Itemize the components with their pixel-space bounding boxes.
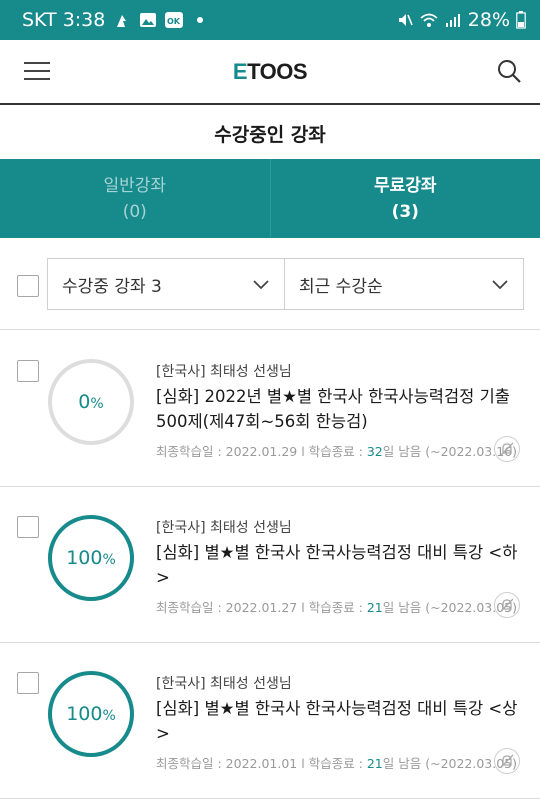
sort-select[interactable]: 최근 수강순 (284, 258, 524, 310)
course-dates: 최종학습일 : 2022.01.27 l 학습종료 : 21일 남음 (~202… (156, 600, 518, 615)
progress-ring: 0% (47, 358, 135, 446)
image-icon (140, 13, 157, 27)
course-checkbox[interactable] (17, 360, 39, 382)
course-item[interactable]: 0% [한국사] 최태성 선생님 [심화] 2022년 별★별 한국사 한국사능… (0, 331, 540, 487)
page-title: 수강중인 강좌 (214, 123, 326, 146)
course-title[interactable]: [심화] 2022년 별★별 한국사 한국사능력검정 기출 500제(제47회~… (156, 384, 521, 434)
wifi-icon (420, 13, 438, 27)
course-teacher: [한국사] 최태성 선생님 (156, 364, 292, 380)
tab-general-courses[interactable]: 일반강좌 (0) (0, 159, 271, 238)
course-type-tabs: 일반강좌 (0) 무료강좌 (3) (0, 159, 540, 238)
progress-label: 0% (78, 391, 104, 413)
app-header: ETOOS (0, 40, 540, 105)
progress-ring: 100% (47, 514, 135, 602)
course-item[interactable]: 100% [한국사] 최태성 선생님 [심화] 별★별 한국사 한국사능력검정 … (0, 487, 540, 643)
progress-label: 100% (66, 547, 116, 569)
ok-app-icon: OK (165, 12, 184, 28)
search-icon[interactable] (496, 58, 522, 84)
alarm-off-icon[interactable] (494, 592, 520, 618)
course-title[interactable]: [심화] 별★별 한국사 한국사능력검정 대비 특강 <하> (156, 540, 521, 590)
svg-text:OK: OK (167, 17, 181, 26)
course-filter-value: 수강중 강좌 3 (62, 276, 162, 297)
chevron-down-icon (492, 280, 508, 290)
tab-free-courses[interactable]: 무료강좌 (3) (271, 159, 540, 238)
dot-icon (197, 17, 204, 23)
mute-icon (398, 14, 413, 26)
signal-icon (445, 14, 460, 27)
course-teacher: [한국사] 최태성 선생님 (156, 676, 292, 692)
course-item[interactable]: 100% [한국사] 최태성 선생님 [심화] 별★별 한국사 한국사능력검정 … (0, 643, 540, 799)
battery-icon (516, 11, 526, 29)
course-checkbox[interactable] (17, 672, 39, 694)
alarm-off-icon[interactable] (494, 436, 520, 462)
course-dates: 최종학습일 : 2022.01.01 l 학습종료 : 21일 남음 (~202… (156, 756, 518, 771)
tab-label: 무료강좌 (373, 175, 437, 196)
filter-row: 수강중 강좌 3 최근 수강순 (0, 238, 540, 330)
etoos-logo[interactable]: ETOOS (233, 59, 308, 85)
progress-ring: 100% (47, 670, 135, 758)
hamburger-menu-icon[interactable] (24, 62, 50, 82)
course-teacher: [한국사] 최태성 선생님 (156, 520, 292, 536)
battery-percent: 28% (467, 9, 510, 31)
progress-label: 100% (66, 703, 116, 725)
course-checkbox[interactable] (17, 516, 39, 538)
course-dates: 최종학습일 : 2022.01.29 l 학습종료 : 32일 남음 (~202… (156, 444, 518, 459)
tab-count: (0) (122, 201, 147, 222)
tab-count: (3) (391, 201, 419, 222)
select-all-checkbox[interactable] (17, 275, 39, 297)
lock-person-icon (117, 15, 127, 27)
alarm-off-icon[interactable] (494, 748, 520, 774)
status-bar: SKT 3:38 OK 28% (0, 0, 540, 40)
sort-value: 최근 수강순 (299, 276, 383, 297)
course-title[interactable]: [심화] 별★별 한국사 한국사능력검정 대비 특강 <상> (156, 696, 521, 746)
carrier-time: SKT 3:38 (22, 9, 106, 31)
chevron-down-icon (253, 280, 269, 290)
course-filter-select[interactable]: 수강중 강좌 3 (47, 258, 285, 310)
tab-label: 일반강좌 (103, 175, 167, 196)
